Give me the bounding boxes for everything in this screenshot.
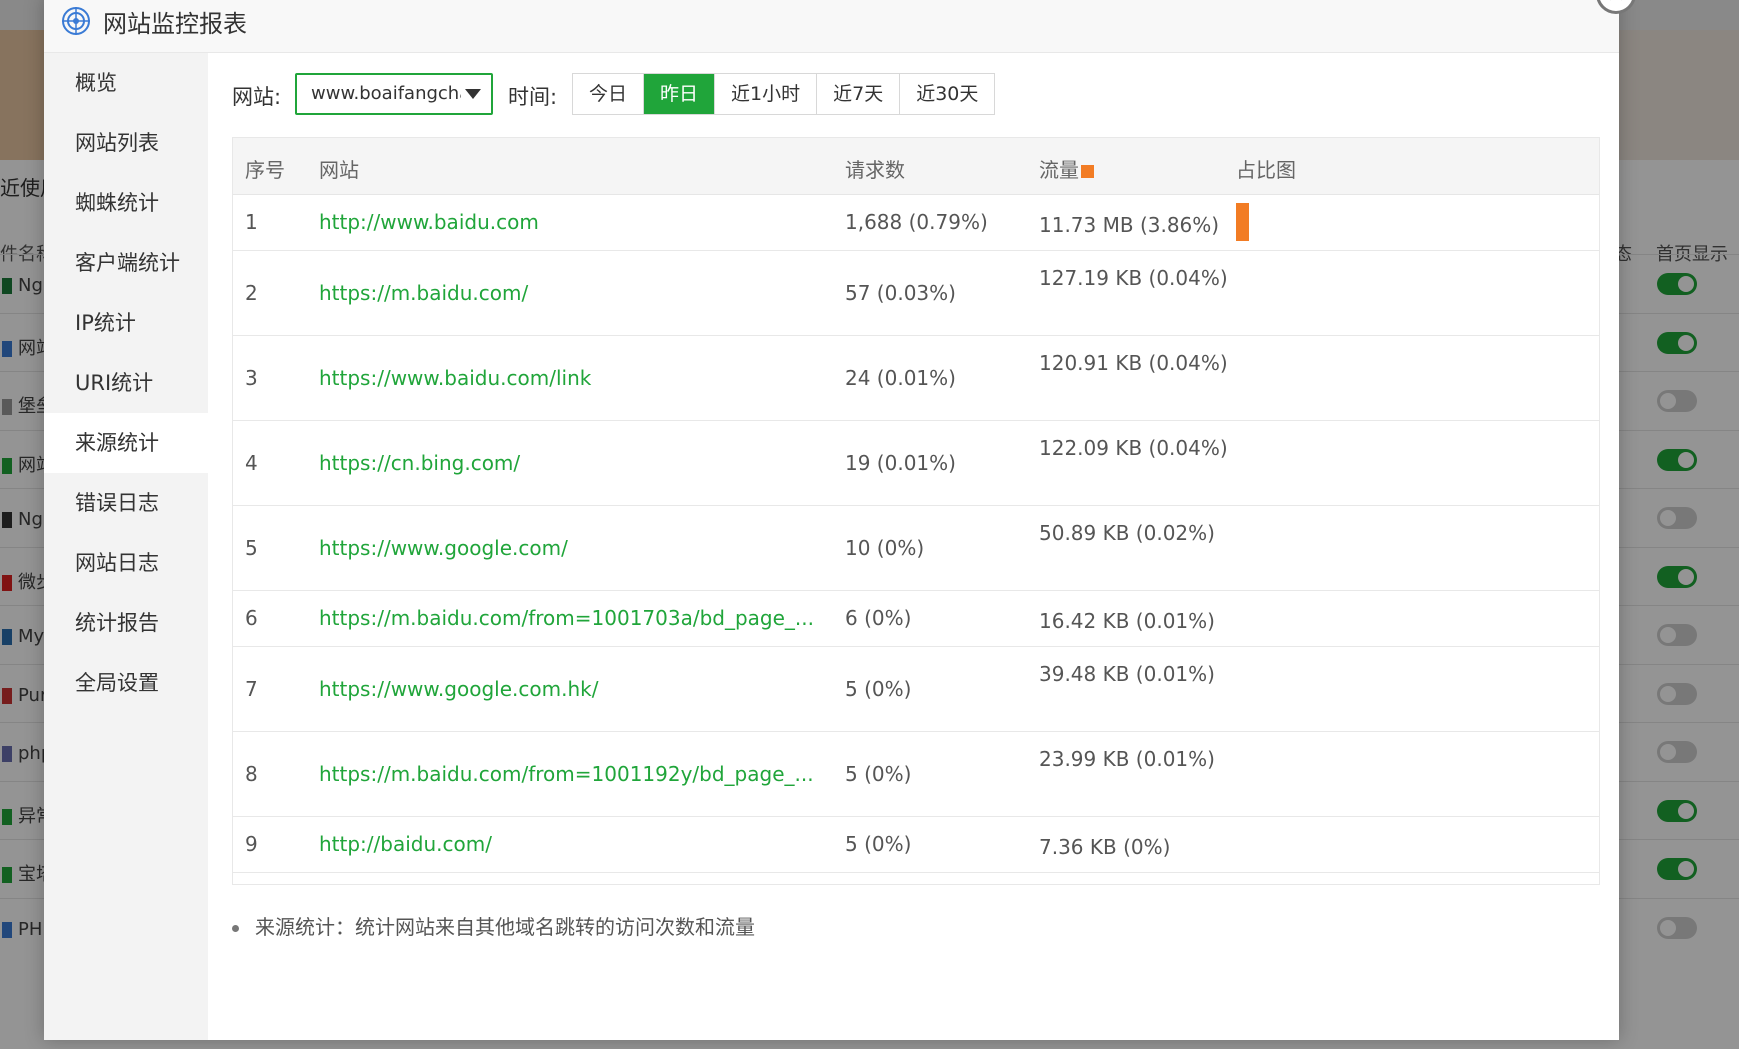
- header-traffic: 流量: [1039, 154, 1094, 183]
- header-index: 序号: [245, 158, 285, 182]
- table-row: 2 https://m.baidu.com/57 (0.03%) 127.19 KB…: [233, 250, 1599, 336]
- table-row: 9 http://baidu.com/5 (0%) 7.36 KB (0%): [233, 816, 1599, 873]
- row-traffic: 7.36 KB (0%): [1039, 835, 1171, 859]
- main-content: 网站: www.boaifangchan.com 时间: 今日昨日近1小时近7天…: [208, 53, 1619, 1040]
- sidebar-item[interactable]: 来源统计: [44, 413, 208, 473]
- sidebar-item[interactable]: 网站列表: [44, 113, 208, 173]
- site-select[interactable]: www.boaifangchan.com: [295, 73, 493, 115]
- referrer-table[interactable]: 序号 网站 请求数 流量 占比图 1 http://www.baidu.com 1,…: [232, 137, 1600, 885]
- table-header: 序号 网站 请求数 流量 占比图: [233, 138, 1599, 195]
- row-traffic: 120.91 KB (0.04%): [1039, 350, 1228, 375]
- row-traffic: 122.09 KB (0.04%): [1039, 435, 1228, 460]
- row-index: 8: [245, 761, 258, 786]
- referrer-link[interactable]: https://m.baidu.com/from=1001192y/bd_pag…: [319, 762, 814, 786]
- referrer-link[interactable]: https://www.google.com.hk/: [319, 677, 598, 701]
- time-option-button[interactable]: 近30天: [899, 74, 995, 114]
- table-row: 8 https://m.baidu.com/from=1001192y/bd_pa…: [233, 731, 1599, 817]
- row-traffic: 50.89 KB (0.02%): [1039, 520, 1215, 545]
- row-index: 5: [245, 535, 258, 560]
- table-row: 6 https://m.baidu.com/from=1001703a/bd_pa…: [233, 590, 1599, 647]
- sidebar-item[interactable]: 网站日志: [44, 533, 208, 593]
- dropdown-arrow-icon: [465, 89, 481, 99]
- table-row: 3 https://www.baidu.com/link 24 (0.01%) 120…: [233, 335, 1599, 421]
- table-row: 1 http://www.baidu.com 1,688 (0.79%) 11.73 …: [233, 194, 1599, 251]
- help-note-text: 来源统计：统计网站来自其他域名跳转的访问次数和流量: [255, 915, 755, 939]
- referrer-link[interactable]: http://baidu.com/: [319, 832, 492, 856]
- row-requests: 5 (0%): [845, 832, 912, 856]
- sidebar-item[interactable]: 蜘蛛统计: [44, 173, 208, 233]
- row-requests: 6 (0%): [845, 606, 912, 630]
- row-index: 7: [245, 676, 258, 701]
- row-traffic: 16.42 KB (0.01%): [1039, 609, 1215, 633]
- sidebar-item[interactable]: 全局设置: [44, 653, 208, 713]
- row-index: 6: [245, 606, 258, 630]
- referrer-link[interactable]: http://www.baidu.com: [319, 210, 539, 234]
- row-traffic: 39.48 KB (0.01%): [1039, 661, 1215, 686]
- time-option-button[interactable]: 今日: [573, 74, 644, 114]
- traffic-ratio-bar: [1236, 203, 1249, 241]
- close-button[interactable]: ×: [1596, 0, 1636, 14]
- row-traffic: 23.99 KB (0.01%): [1039, 746, 1215, 771]
- row-requests: 5 (0%): [845, 676, 912, 701]
- referrer-link[interactable]: https://m.baidu.com/from=1001703a/bd_pag…: [319, 606, 814, 630]
- row-index: 4: [245, 450, 258, 475]
- site-filter-label: 网站:: [232, 85, 282, 109]
- time-option-button[interactable]: 近7天: [816, 74, 900, 114]
- time-option-button[interactable]: 昨日: [643, 74, 715, 114]
- sidebar-item[interactable]: 概览: [44, 53, 208, 113]
- referrer-link[interactable]: https://www.google.com/: [319, 536, 568, 560]
- row-index: 3: [245, 365, 258, 390]
- sidebar-item[interactable]: 错误日志: [44, 473, 208, 533]
- monitor-target-icon: [62, 7, 90, 35]
- traffic-legend-icon: [1081, 165, 1094, 178]
- header-traffic-label: 流量: [1039, 158, 1079, 182]
- table-row: 4 https://cn.bing.com/19 (0.01%) 122.09 KB…: [233, 420, 1599, 506]
- time-range-group: 今日 昨日 近1小时 近7天 近30天: [572, 73, 996, 115]
- row-index: 9: [245, 832, 258, 856]
- sidebar: 概览 网站列表 蜘蛛统计 客户端统计 IP统计 URI统计 来源统计 错误日志 网站日志 统计报告…: [44, 53, 208, 1040]
- sidebar-item[interactable]: 统计报告: [44, 593, 208, 653]
- close-icon: ×: [1596, 0, 1636, 14]
- help-note: 来源统计：统计网站来自其他域名跳转的访问次数和流量: [232, 911, 755, 940]
- sidebar-item[interactable]: URI统计: [44, 353, 208, 413]
- modal-header: 网站监控报表: [44, 0, 1619, 53]
- row-requests: 10 (0%): [845, 535, 925, 560]
- referrer-link[interactable]: https://www.baidu.com/link: [319, 366, 591, 390]
- bullet-icon: [232, 925, 239, 932]
- row-requests: 24 (0.01%): [845, 365, 956, 390]
- referrer-link[interactable]: https://cn.bing.com/: [319, 451, 520, 475]
- row-traffic: 11.73 MB (3.86%): [1039, 213, 1220, 237]
- sidebar-item[interactable]: 客户端统计: [44, 233, 208, 293]
- modal-title: 网站监控报表: [103, 10, 247, 38]
- row-traffic: 127.19 KB (0.04%): [1039, 265, 1228, 290]
- header-requests: 请求数: [845, 158, 905, 182]
- row-requests: 5 (0%): [845, 761, 912, 786]
- table-row: 7 https://www.google.com.hk/5 (0%) 39.48 K…: [233, 646, 1599, 732]
- report-modal: 网站监控报表 × 概览网站列表蜘蛛统计客户端统计IP统计URI统计来源统计错误日…: [44, 0, 1636, 1040]
- referrer-link[interactable]: https://m.baidu.com/: [319, 281, 528, 305]
- header-site: 网站: [319, 158, 359, 182]
- row-requests: 1,688 (0.79%): [845, 210, 988, 234]
- row-requests: 19 (0.01%): [845, 450, 956, 475]
- row-index: 1: [245, 210, 258, 234]
- site-select-value: www.boaifangchan.com: [311, 83, 461, 104]
- table-row: 5 https://www.google.com/10 (0%) 50.89 KB …: [233, 505, 1599, 591]
- time-filter-label: 时间:: [508, 85, 558, 109]
- row-index: 2: [245, 280, 258, 305]
- sidebar-item[interactable]: IP统计: [44, 293, 208, 353]
- row-requests: 57 (0.03%): [845, 280, 956, 305]
- time-option-button[interactable]: 近1小时: [714, 74, 817, 114]
- header-ratio: 占比图: [1236, 158, 1296, 182]
